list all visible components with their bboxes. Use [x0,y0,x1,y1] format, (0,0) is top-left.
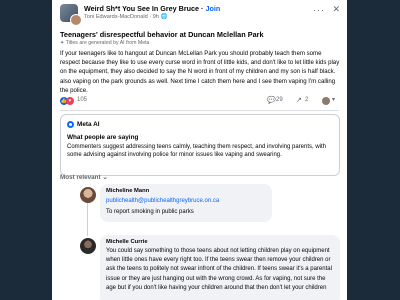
comment-icon[interactable]: 💬 [267,96,276,104]
author-avatar[interactable] [70,14,82,26]
post-body: If your teenagers like to hangout at Dun… [60,50,340,94]
globe-icon: 🌐 [160,14,168,20]
group-name-link[interactable]: Weird Sh*t You See In Grey Bruce [84,4,199,13]
meta-ai-summary[interactable]: Meta AI What people are saying Commenter… [60,114,340,176]
group-name: Weird Sh*t You See In Grey Bruce · Join [84,4,220,13]
close-icon[interactable]: ✕ [332,4,340,15]
ai-title-note: ✦ Titles are generated by AI from Meta [60,40,150,46]
summary-heading: What people are saying [67,134,139,141]
post-header: Weird Sh*t You See In Grey Bruce · Join … [52,0,347,26]
summary-text: Commenters suggest addressing teens calm… [67,144,327,159]
commenter-name[interactable]: Micheline Mann [106,188,149,194]
meta-ai-icon [67,121,74,128]
divider [60,110,339,111]
avatar[interactable] [80,238,96,254]
separator: · [201,4,204,13]
thread-line [87,202,88,236]
author-name[interactable]: Toni Edwards-MacDonald [84,14,148,20]
post-title: Teenagers' disrespectful behavior at Dun… [60,30,264,39]
reaction-count[interactable]: 105 [77,97,87,103]
love-icon[interactable]: ♥ [66,97,74,105]
comment-sort-dropdown[interactable]: Most relevant ⌄ [60,174,108,181]
post-meta: Toni Edwards-MacDonald · 9h 🌐 [84,14,168,20]
comment-bubble: Michelle Currie You could say something … [100,235,340,300]
separator: · [149,14,152,20]
share-icon[interactable]: ↗ [296,96,302,104]
meta-ai-label: Meta AI [77,121,100,128]
commenter-name[interactable]: Michelle Currie [106,239,148,245]
reactions-bar: 👍 ♥ 105 💬 29 ↗ 2 ▾ [60,97,340,107]
more-icon[interactable]: ··· [313,5,325,15]
chevron-down-icon[interactable]: ▾ [332,96,335,103]
comment-count[interactable]: 29 [276,97,283,103]
share-count[interactable]: 2 [305,97,308,103]
comment-text: You could say something to those teens a… [106,248,332,291]
comment-link[interactable]: publichealth@publichealthgreybruce.on.ca [106,197,219,206]
comment-bubble: Micheline Mann publichealth@publichealth… [100,184,272,222]
timestamp[interactable]: 9h [153,14,159,20]
post-card: Weird Sh*t You See In Grey Bruce · Join … [52,0,347,300]
join-button[interactable]: Join [205,4,220,13]
viewer-avatar[interactable] [322,97,330,105]
comment-text: To report smoking in public parks [106,209,194,215]
avatar[interactable] [80,187,96,203]
